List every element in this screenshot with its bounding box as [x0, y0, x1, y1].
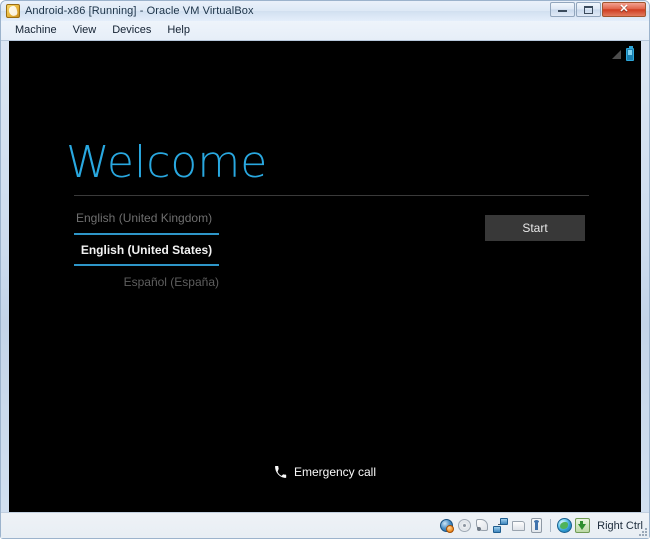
network-adapter-icon[interactable]	[493, 518, 509, 533]
window-title: Android-x86 [Running] - Oracle VM Virtua…	[25, 5, 254, 17]
remote-desktop-icon[interactable]	[557, 518, 573, 533]
status-bar-icons: Right Ctrl	[439, 518, 643, 533]
status-bar-divider	[550, 519, 552, 532]
menu-item-help[interactable]: Help	[159, 23, 198, 38]
status-bar: Right Ctrl	[1, 512, 649, 538]
floppy-disk-icon[interactable]	[475, 518, 490, 533]
phone-icon	[275, 465, 287, 478]
minimize-button[interactable]	[550, 2, 575, 17]
language-option-selected[interactable]: English (United States)	[74, 233, 219, 266]
emergency-call-button[interactable]: Emergency call	[9, 465, 641, 479]
title-divider	[74, 195, 589, 196]
menu-item-view[interactable]: View	[65, 23, 105, 38]
maximize-button[interactable]	[576, 2, 601, 17]
title-bar: Android-x86 [Running] - Oracle VM Virtua…	[1, 1, 649, 21]
menu-bar: Machine View Devices Help	[1, 21, 649, 41]
android-screen[interactable]: Welcome English (United Kingdom) English…	[9, 41, 641, 512]
shared-folders-icon[interactable]	[511, 518, 526, 533]
emergency-call-label: Emergency call	[293, 465, 377, 479]
menu-item-devices[interactable]: Devices	[104, 23, 159, 38]
virtualbox-icon	[6, 4, 20, 18]
hard-disk-icon[interactable]	[439, 518, 455, 533]
menu-item-machine[interactable]: Machine	[7, 23, 65, 38]
optical-disk-icon[interactable]	[457, 518, 472, 533]
android-status-bar	[612, 41, 641, 65]
close-button[interactable]: ✕	[602, 2, 646, 17]
window-controls: ✕	[549, 2, 646, 17]
vm-display-area: Welcome English (United Kingdom) English…	[1, 41, 649, 512]
close-icon: ✕	[619, 3, 629, 15]
battery-icon	[626, 45, 634, 61]
language-option-previous[interactable]: English (United Kingdom)	[74, 202, 219, 233]
language-picker[interactable]: English (United Kingdom) English (United…	[74, 202, 219, 297]
start-button[interactable]: Start	[485, 215, 585, 241]
usb-devices-icon[interactable]	[529, 518, 544, 533]
host-key-icon[interactable]	[575, 518, 591, 533]
language-option-next[interactable]: Español (España)	[74, 266, 219, 297]
virtualbox-window: Android-x86 [Running] - Oracle VM Virtua…	[0, 0, 650, 539]
signal-strength-icon	[612, 49, 621, 59]
page-title: Welcome	[66, 137, 268, 188]
resize-grip[interactable]	[635, 524, 647, 536]
